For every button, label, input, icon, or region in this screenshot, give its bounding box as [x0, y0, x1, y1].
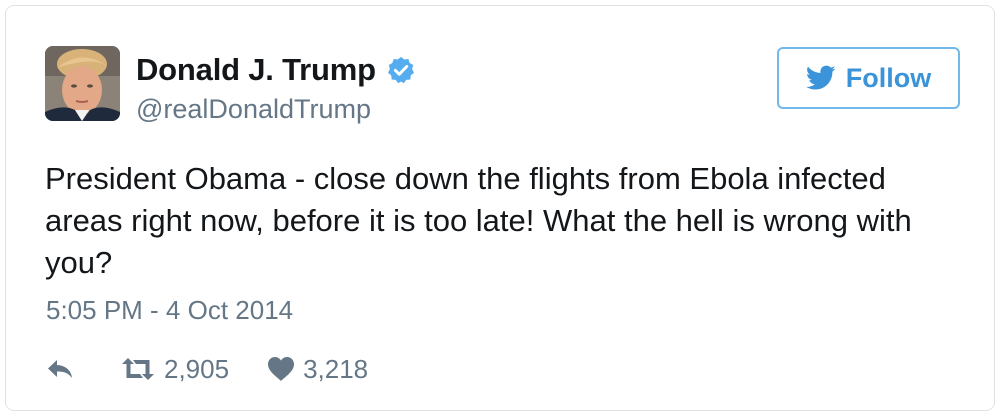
retweet-icon — [120, 356, 164, 382]
tweet-text: President Obama - close down the flights… — [45, 161, 912, 280]
heart-icon — [267, 356, 303, 382]
name-row: Donald J. Trump — [136, 50, 416, 90]
tweet-timestamp[interactable]: 5:05 PM - 4 Oct 2014 — [46, 295, 293, 326]
reply-button[interactable] — [46, 357, 74, 381]
follow-button-label: Follow — [845, 62, 932, 93]
like-button[interactable]: 3,218 — [267, 354, 368, 385]
follow-button[interactable]: Follow — [777, 47, 960, 109]
user-handle[interactable]: @realDonaldTrump — [136, 94, 371, 125]
avatar[interactable] — [45, 46, 120, 121]
verified-badge-icon — [386, 55, 416, 85]
display-name[interactable]: Donald J. Trump — [136, 52, 376, 88]
twitter-bird-icon — [805, 65, 836, 91]
like-count: 3,218 — [303, 353, 369, 384]
avatar-image — [45, 46, 120, 121]
tweet-actions: 2,905 3,218 — [46, 352, 368, 386]
reply-icon — [46, 357, 74, 381]
retweet-button[interactable]: 2,905 — [120, 354, 229, 385]
retweet-count: 2,905 — [164, 353, 230, 384]
tweet-card: Donald J. Trump @realDonaldTrump Follow … — [5, 5, 995, 411]
